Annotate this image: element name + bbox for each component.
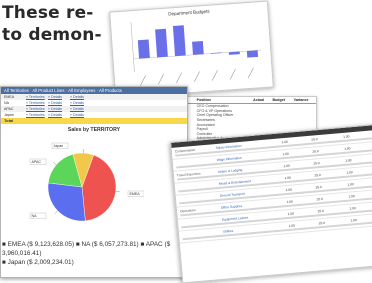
- pie-data-label: APAC: [32, 160, 42, 164]
- pie-data-label: NA: [32, 214, 38, 218]
- budget-bar: [192, 41, 204, 55]
- pie-legend: ■ EMEA ($ 9,123,628.05) ■ NA ($ 6,057,27…: [2, 240, 184, 267]
- detail-value: 25.0: [313, 161, 320, 166]
- detail-value: 25.0: [312, 149, 319, 154]
- territory-pie-chart: EMEA NA APAC Japan: [24, 135, 144, 235]
- detail-value: 1.00: [281, 140, 288, 145]
- category-tick-label: [247, 68, 254, 78]
- detail-value: 1.00: [344, 146, 351, 151]
- detail-value: 1.00: [285, 188, 292, 193]
- detail-value: 1.00: [287, 200, 294, 205]
- detail-value: 25.0: [314, 173, 321, 178]
- budget-bar-chart: [117, 11, 268, 91]
- category-tick-label: [176, 73, 183, 83]
- pie-slice: [48, 183, 85, 221]
- pie-leader-line: [53, 162, 56, 165]
- pie-leader-line: [116, 191, 120, 192]
- detail-value: 1.00: [350, 218, 357, 223]
- detail-value: 1.00: [283, 164, 290, 169]
- pie-leader-line: [55, 211, 58, 214]
- drill-link[interactable]: » Details: [48, 112, 70, 118]
- category-tick-label: [194, 71, 201, 81]
- budget-bar: [247, 50, 258, 57]
- detail-value: 1.00: [284, 176, 291, 181]
- budget-bar: [173, 25, 186, 56]
- detail-value: 25.0: [318, 221, 325, 226]
- budget-bar: [155, 29, 168, 58]
- detail-value: 25.0: [315, 185, 322, 190]
- filter-bar[interactable]: All Territories · All Product Lines · Al…: [1, 87, 187, 94]
- detail-value: 1.00: [345, 158, 352, 163]
- detail-value: 1.00: [288, 211, 295, 216]
- background-caption: These re- to demon-: [2, 2, 112, 46]
- category-tick-label: [158, 74, 165, 84]
- y-axis: [131, 22, 134, 72]
- detail-value: 1.00: [347, 182, 354, 187]
- department-budgets-card: Department Budgets: [109, 1, 274, 99]
- detail-value: 25.0: [316, 197, 323, 202]
- budget-bar: [138, 40, 150, 59]
- category-tick-label: [229, 69, 236, 79]
- territory-rows: EMEA» Territories» Details» DetailsNA» T…: [1, 94, 187, 118]
- sales-chart-title: Sales by TERRITORY: [1, 127, 187, 133]
- category-tick-label: [140, 75, 147, 85]
- detail-value: 1.00: [348, 194, 355, 199]
- detail-value: 25.0: [317, 209, 324, 214]
- detail-value: 1.00: [343, 134, 350, 139]
- pie-data-label: EMEA: [130, 192, 141, 196]
- total-row: Total: [1, 118, 187, 124]
- legend-line-2: ■ Japan ($ 2,009,234.01): [2, 258, 184, 267]
- detail-value: 1.00: [289, 223, 296, 228]
- detail-table-card: CompensationSalary Information1.0025.01.…: [170, 124, 372, 283]
- legend-line-1: ■ EMEA ($ 9,123,628.05) ■ NA ($ 6,057,27…: [2, 240, 184, 258]
- category-tick-label: [212, 70, 219, 80]
- drill-link[interactable]: » Details: [70, 112, 92, 118]
- budget-bar: [211, 52, 222, 53]
- detail-value: 1.00: [346, 170, 353, 175]
- detail-value: 1.00: [282, 152, 289, 157]
- drill-link[interactable]: » Territories: [26, 112, 48, 118]
- detail-value: 1.00: [349, 206, 356, 211]
- pie-data-label: Japan: [54, 144, 64, 148]
- detail-value: 25.0: [311, 137, 318, 142]
